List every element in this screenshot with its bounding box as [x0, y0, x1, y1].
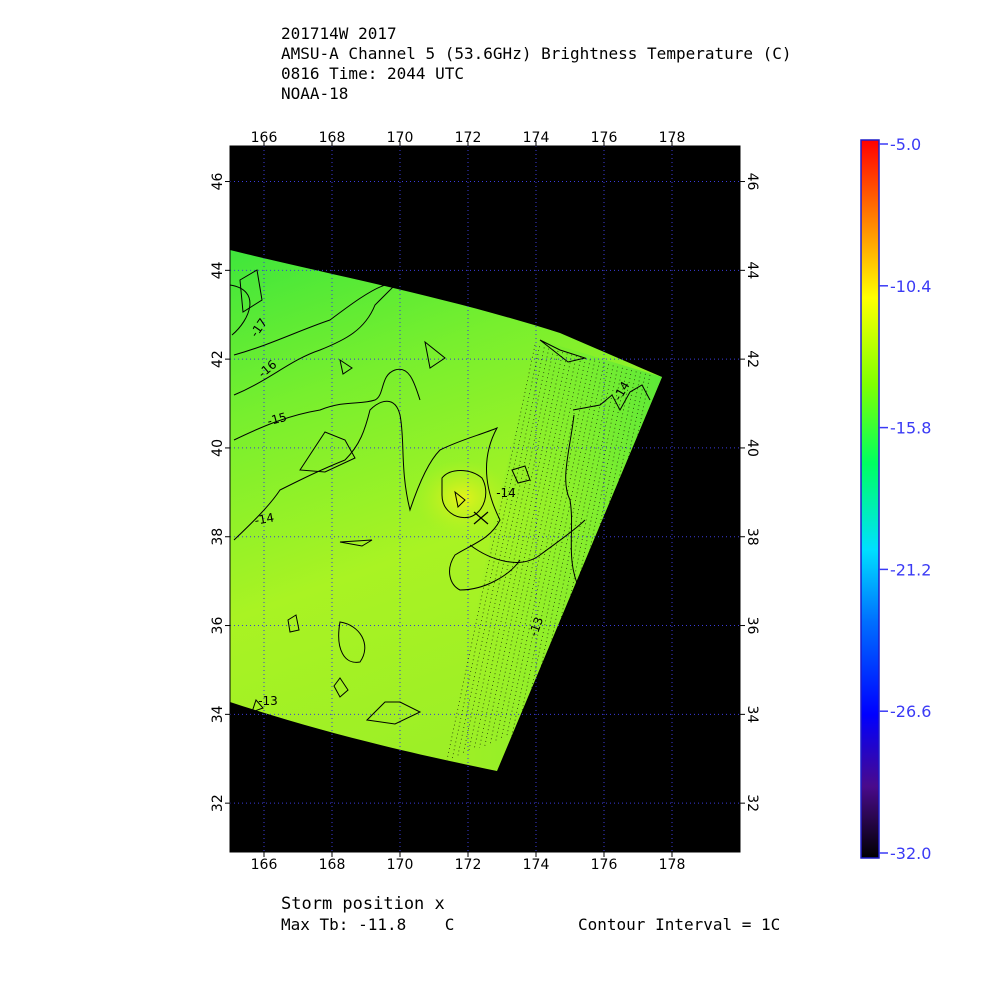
lat-label-left: 44: [210, 261, 226, 279]
colorbar-tick-label: -21.2: [890, 560, 931, 579]
colorbar-ticks: -5.0 -10.4 -15.8 -21.2 -26.6 -32.0: [879, 135, 931, 863]
lon-label-top: 174: [523, 130, 550, 146]
colorbar-tick-label: -15.8: [890, 419, 931, 438]
lat-label-left: 34: [210, 705, 226, 723]
lat-label-left: 36: [210, 617, 226, 635]
lat-label-right: 44: [744, 261, 760, 279]
lat-label-right: 38: [744, 528, 760, 546]
lat-label-right: 34: [744, 705, 760, 723]
lat-label-left: 32: [210, 794, 226, 812]
lat-label-left: 42: [210, 350, 226, 368]
lon-label-bottom: 174: [523, 857, 550, 873]
lon-label-top: 178: [659, 130, 686, 146]
lon-label-bottom: 172: [455, 857, 482, 873]
map-figure: 166 166 168 168 170 170 172 172 174 174 176 176 178 1…: [210, 130, 931, 873]
contour-interval-label: Contour Interval = 1C: [578, 915, 781, 934]
lat-label-right: 42: [744, 350, 760, 368]
lat-label-right: 36: [744, 617, 760, 635]
lon-label-bottom: 178: [659, 857, 686, 873]
lat-label-right: 40: [744, 439, 760, 457]
contour-label: -13: [258, 694, 278, 708]
colorbar-tick-label: -26.6: [890, 702, 931, 721]
lat-label-left: 46: [210, 173, 226, 191]
lon-label-top: 170: [387, 130, 414, 146]
lon-label-top: 176: [591, 130, 618, 146]
lon-label-top: 172: [455, 130, 482, 146]
lon-label-top: 166: [251, 130, 278, 146]
colorbar-tick-label: -32.0: [890, 844, 931, 863]
lat-label-left: 38: [210, 528, 226, 546]
lat-label-right: 32: [744, 794, 760, 812]
lon-label-bottom: 166: [251, 857, 278, 873]
lon-label-top: 168: [319, 130, 346, 146]
lon-label-bottom: 176: [591, 857, 618, 873]
colorbar: [860, 139, 880, 859]
lat-label-right: 46: [744, 173, 760, 191]
storm-position-label: Storm position x: [281, 894, 445, 914]
max-tb-label: Max Tb: -11.8 C: [281, 915, 455, 934]
colorbar-tick-label: -5.0: [890, 135, 921, 154]
lat-label-left: 40: [210, 439, 226, 457]
lon-label-bottom: 168: [319, 857, 346, 873]
colorbar-tick-label: -10.4: [890, 277, 931, 296]
lon-label-bottom: 170: [387, 857, 414, 873]
contour-label: -14: [496, 486, 516, 500]
